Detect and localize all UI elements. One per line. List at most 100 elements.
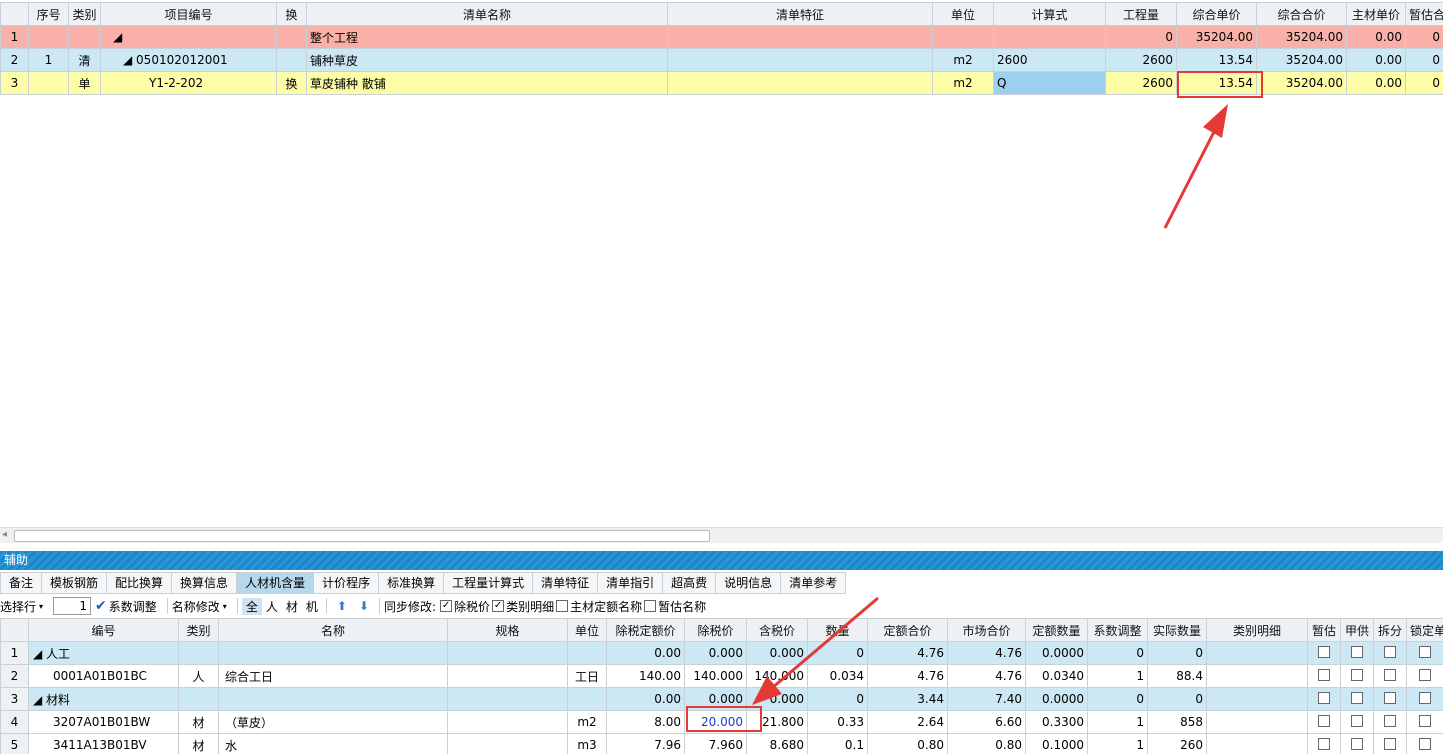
col-res-est[interactable]: 暂估 [1307,618,1341,642]
move-up-icon[interactable]: ⬆ [337,599,347,613]
cell-code[interactable]: Y1-2-202 [100,71,277,95]
cell-feature[interactable] [667,48,933,72]
col-res-spec[interactable]: 规格 [447,618,568,642]
col-main-price[interactable]: 主材单价 [1346,2,1406,26]
cell-formula[interactable] [993,25,1106,49]
horizontal-scrollbar[interactable]: ◂ [0,527,1443,543]
cell-spec[interactable] [447,664,568,688]
cell-unit[interactable]: m3 [567,733,607,754]
cell-formula[interactable]: Q [993,71,1106,95]
lock-checkbox[interactable] [1419,668,1431,681]
cell-type[interactable]: 材 [178,733,219,754]
col-est[interactable]: 暂估合 [1405,2,1443,26]
col-res-unit[interactable]: 单位 [567,618,607,642]
cell-tax-in[interactable]: 140.000 [746,664,808,688]
cell-seq[interactable] [28,25,69,49]
split-checkbox[interactable] [1384,645,1396,658]
cell-coef[interactable]: 1 [1087,710,1148,734]
tab-mix-conversion[interactable]: 配比换算 [107,572,173,594]
cell-total[interactable]: 35204.00 [1256,71,1347,95]
cell-huan[interactable] [276,25,307,49]
cell-num[interactable]: 0 [807,687,868,711]
tab-bill-features[interactable]: 清单特征 [533,572,599,594]
cell-code[interactable]: ◢ 人工 [28,641,179,665]
supply-checkbox[interactable] [1351,668,1363,681]
cell-est[interactable]: 0 [1405,25,1443,49]
cell-spec[interactable] [447,687,568,711]
cell-type[interactable]: 材 [178,710,219,734]
col-res-supply[interactable]: 甲供 [1340,618,1374,642]
est-checkbox[interactable] [1318,714,1330,727]
lock-checkbox[interactable] [1419,691,1431,704]
cell-code[interactable]: ◢ [100,25,277,49]
cell-tax-in[interactable]: 0.000 [746,687,808,711]
cell-unit-price[interactable]: 35204.00 [1176,25,1257,49]
col-res-name[interactable]: 名称 [218,618,448,642]
cell-huan[interactable]: 换 [276,71,307,95]
cell-unit[interactable]: m2 [932,48,994,72]
tab-standard-conversion[interactable]: 标准换算 [379,572,445,594]
cell-feature[interactable] [667,25,933,49]
col-code[interactable]: 项目编号 [100,2,277,26]
col-res-coef[interactable]: 系数调整 [1087,618,1148,642]
cell-detail[interactable] [1206,664,1308,688]
cell-detail[interactable] [1206,733,1308,754]
cell-unit[interactable]: m2 [932,71,994,95]
cell-coef[interactable]: 0 [1087,641,1148,665]
col-huan[interactable]: 换 [276,2,307,26]
tab-bill-reference[interactable]: 清单参考 [781,572,847,594]
table-row[interactable]: 1 ◢ 整个工程 0 35204.00 35204.00 0.00 0 [0,25,1443,49]
cell-feature[interactable] [667,71,933,95]
cell-base-total[interactable]: 0.80 [867,733,948,754]
cell-main-price[interactable]: 0.00 [1346,71,1406,95]
cell-tax-in[interactable]: 21.800 [746,710,808,734]
cell-name[interactable]: 水 [218,733,448,754]
cell-tax-ex[interactable]: 0.000 [684,641,747,665]
cell-base-total[interactable]: 3.44 [867,687,948,711]
cell-spec[interactable] [447,710,568,734]
col-res-actual[interactable]: 实际数量 [1147,618,1207,642]
cell-type[interactable]: 清 [68,48,101,72]
table-row[interactable]: 3 单 Y1-2-202 换 草皮铺种 散铺 m2 Q 2600 13.54 3… [0,71,1443,95]
cell-coef[interactable]: 1 [1087,733,1148,754]
cell-est[interactable]: 0 [1405,48,1443,72]
cell-market-total[interactable]: 0.80 [947,733,1026,754]
est-checkbox[interactable] [1318,737,1330,750]
col-name[interactable]: 清单名称 [306,2,668,26]
est-checkbox[interactable] [1318,645,1330,658]
tab-resource-content[interactable]: 人材机含量 [237,572,315,594]
cell-seq[interactable]: 1 [28,48,69,72]
col-res-split[interactable]: 拆分 [1373,618,1407,642]
cell-type[interactable] [178,687,219,711]
tab-conversion-info[interactable]: 换算信息 [172,572,238,594]
tab-formwork-rebar[interactable]: 模板钢筋 [42,572,108,594]
tab-quantity-formula[interactable]: 工程量计算式 [444,572,534,594]
filter-all[interactable]: 全 [241,597,262,615]
cell-spec[interactable] [447,733,568,754]
cell-code[interactable]: 0001A01B01BC [28,664,179,688]
cell-total[interactable]: 35204.00 [1256,48,1347,72]
col-res-tax-ex[interactable]: 除税价 [684,618,747,642]
col-res-tax-in[interactable]: 含税价 [746,618,808,642]
row-count-input[interactable]: 1 [53,597,92,615]
cell-qty[interactable]: 0 [1105,25,1177,49]
tab-height-fee[interactable]: 超高费 [663,572,717,594]
table-row[interactable]: 4 3207A01B01BW 材（草皮） m2 8.00 20.000 21.800 0.33… [0,710,1443,734]
supply-checkbox[interactable] [1351,714,1363,727]
est-checkbox[interactable] [1318,691,1330,704]
split-checkbox[interactable] [1384,714,1396,727]
col-feature[interactable]: 清单特征 [667,2,933,26]
cell-base-price[interactable]: 0.00 [606,687,685,711]
lock-checkbox[interactable] [1419,645,1431,658]
cell-actual[interactable]: 88.4 [1147,664,1207,688]
cell-base-price[interactable]: 7.96 [606,733,685,754]
cell-base-total[interactable]: 4.76 [867,641,948,665]
cell-base-total[interactable]: 4.76 [867,664,948,688]
cell-formula[interactable]: 2600 [993,48,1106,72]
col-formula[interactable]: 计算式 [993,2,1106,26]
cell-main-price[interactable]: 0.00 [1346,48,1406,72]
cell-num[interactable]: 0 [807,641,868,665]
tax-price-checkbox[interactable]: ✓ [440,600,453,612]
cell-base-qty[interactable]: 0.0000 [1025,687,1088,711]
cell-base-qty[interactable]: 0.3300 [1025,710,1088,734]
